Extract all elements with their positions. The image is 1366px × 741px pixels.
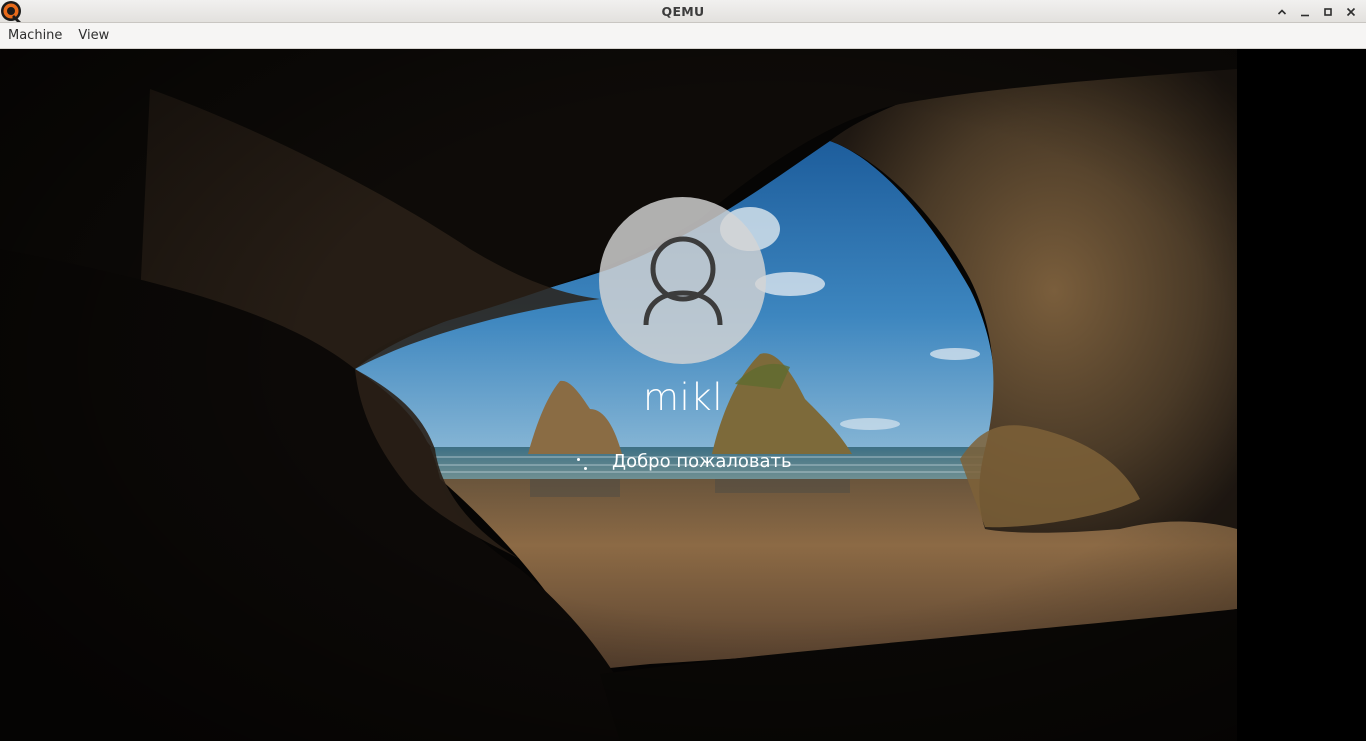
window-controls xyxy=(1270,0,1362,23)
menu-view[interactable]: View xyxy=(70,23,117,48)
restore-icon[interactable] xyxy=(1316,0,1339,23)
vm-screen-area[interactable]: mikl Добро пожаловать xyxy=(0,49,1366,741)
menubar: Machine View xyxy=(0,23,1366,49)
close-icon[interactable] xyxy=(1339,0,1362,23)
guest-display[interactable]: mikl Добро пожаловать xyxy=(0,49,1237,741)
username-label: mikl xyxy=(642,376,724,419)
status-text: Добро пожаловать xyxy=(612,450,792,472)
user-avatar-icon[interactable] xyxy=(599,197,766,364)
loading-spinner-icon xyxy=(572,449,596,473)
window-titlebar[interactable]: QEMU xyxy=(0,0,1366,23)
window-title: QEMU xyxy=(661,4,705,19)
maximize-up-icon[interactable] xyxy=(1270,0,1293,23)
signin-status: Добро пожаловать xyxy=(572,448,792,474)
menu-machine[interactable]: Machine xyxy=(0,23,70,48)
minimize-icon[interactable] xyxy=(1293,0,1316,23)
